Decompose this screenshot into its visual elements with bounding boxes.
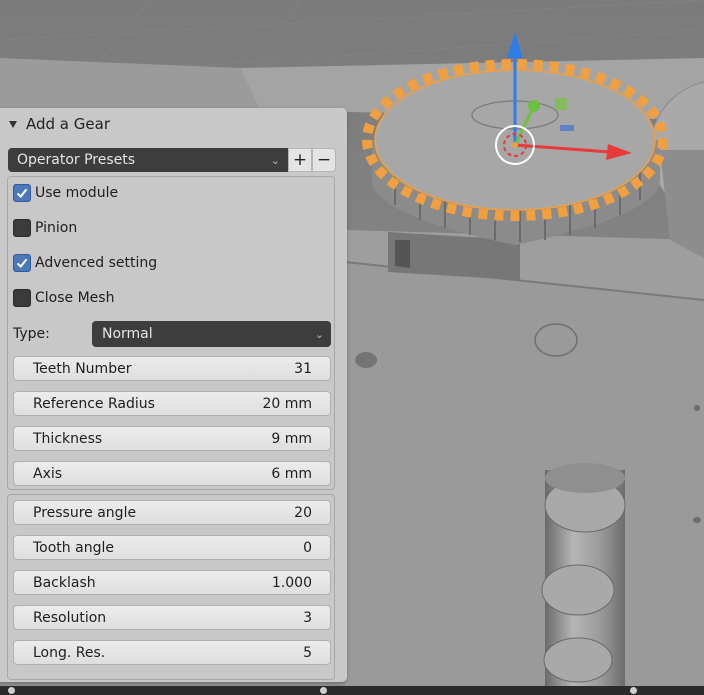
add-gear-operator-panel: Add a Gear Operator Presets ⌄ + − Use mo… [0, 108, 347, 682]
pinion-checkbox[interactable]: Pinion [13, 218, 77, 238]
type-row: Type: Normal ⌄ [13, 321, 331, 347]
type-value: Normal [102, 326, 153, 342]
field-value: 1.000 [271, 574, 312, 591]
operator-presets-row: Operator Presets ⌄ + − [8, 148, 336, 172]
status-icon [320, 687, 327, 694]
checkmark-icon[interactable] [13, 254, 31, 272]
checkbox-label: Pinion [35, 220, 78, 236]
reference-radius-field[interactable]: Reference Radius 20 mm [13, 391, 331, 416]
add-preset-button[interactable]: + [288, 148, 312, 172]
field-label: Teeth Number [33, 360, 132, 377]
field-label: Thickness [33, 430, 103, 447]
checkbox-label: Use module [35, 185, 119, 201]
field-value: 6 mm [271, 465, 312, 482]
panel-title: Add a Gear [26, 115, 110, 133]
panel-header[interactable]: Add a Gear [0, 108, 347, 140]
checkmark-icon[interactable] [13, 184, 31, 202]
operator-presets-label: Operator Presets [17, 152, 136, 168]
status-bar [0, 686, 704, 695]
field-label: Resolution [33, 609, 107, 626]
field-label: Backlash [33, 574, 96, 591]
checkbox-box[interactable] [13, 289, 31, 307]
close-mesh-checkbox[interactable]: Close Mesh [13, 288, 114, 308]
tooth-angle-field[interactable]: Tooth angle 0 [13, 535, 331, 560]
field-value: 31 [294, 360, 312, 377]
type-dropdown[interactable]: Normal ⌄ [92, 321, 331, 347]
field-value: 0 [303, 539, 312, 556]
status-icon [8, 687, 15, 694]
checkbox-box[interactable] [13, 219, 31, 237]
field-label: Tooth angle [33, 539, 114, 556]
type-label: Type: [13, 326, 50, 342]
advanced-setting-checkbox[interactable]: Advenced setting [13, 253, 157, 273]
field-label: Long. Res. [33, 644, 106, 661]
use-module-checkbox[interactable]: Use module [13, 183, 118, 203]
field-value: 20 mm [262, 395, 312, 412]
status-icon [630, 687, 637, 694]
pressure-angle-field[interactable]: Pressure angle 20 [13, 500, 331, 525]
backlash-field[interactable]: Backlash 1.000 [13, 570, 331, 595]
disclosure-triangle-icon[interactable] [9, 120, 17, 128]
field-label: Reference Radius [33, 395, 155, 412]
field-value: 20 [294, 504, 312, 521]
field-label: Pressure angle [33, 504, 137, 521]
remove-preset-button[interactable]: − [312, 148, 336, 172]
long-res-field[interactable]: Long. Res. 5 [13, 640, 331, 665]
operator-presets-dropdown[interactable]: Operator Presets ⌄ [8, 148, 288, 172]
chevron-down-icon: ⌄ [270, 153, 280, 167]
chevron-down-icon: ⌄ [314, 327, 324, 341]
field-value: 5 [303, 644, 312, 661]
field-label: Axis [33, 465, 63, 482]
thickness-field[interactable]: Thickness 9 mm [13, 426, 331, 451]
field-value: 3 [303, 609, 312, 626]
teeth-number-field[interactable]: Teeth Number 31 [13, 356, 331, 381]
resolution-field[interactable]: Resolution 3 [13, 605, 331, 630]
field-value: 9 mm [271, 430, 312, 447]
checkbox-label: Advenced setting [35, 255, 158, 271]
checkbox-label: Close Mesh [35, 290, 115, 306]
axis-field[interactable]: Axis 6 mm [13, 461, 331, 486]
